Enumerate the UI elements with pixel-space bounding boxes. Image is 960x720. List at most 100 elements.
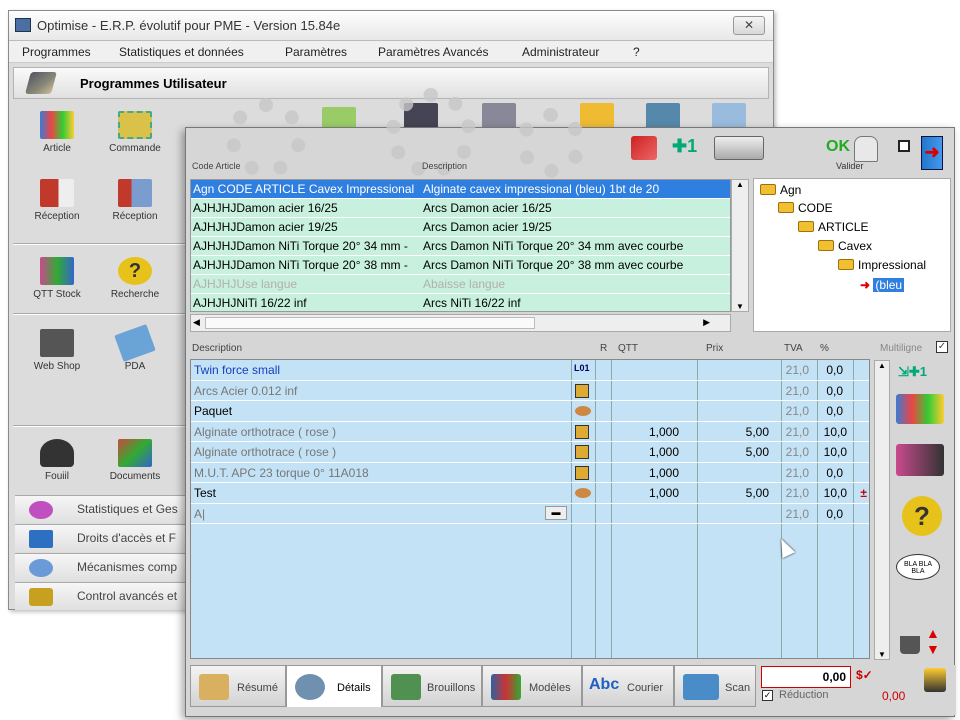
tab-resume[interactable]: Résumé <box>190 665 286 707</box>
tile-label: Article <box>43 143 71 154</box>
speech-bubble-icon[interactable]: BLA BLA BLA <box>896 554 940 580</box>
tab-modeles[interactable]: Modèles <box>482 665 582 707</box>
scroll-right-icon[interactable]: ▶ <box>703 317 710 328</box>
table-row[interactable]: M.U.T. APC 23 torque 0° 11A018 1,000 21,0 0… <box>191 463 869 483</box>
table-row-editing[interactable]: A| ▬ 21,0 0,0 <box>191 504 869 524</box>
box-icon <box>575 465 589 480</box>
tile-fouiil[interactable]: Fouiil <box>17 439 97 482</box>
articles-hscroll[interactable]: ◀ ▶ <box>190 314 731 332</box>
scroll-thumb[interactable] <box>205 317 535 329</box>
col-prix[interactable]: Prix <box>706 343 723 354</box>
tab-brouillons[interactable]: Brouillons <box>382 665 482 707</box>
table-row[interactable]: AJHJHJNiTi 16/22 inf Arcs NiTi 16/22 inf <box>191 294 730 311</box>
description-input[interactable]: A| <box>194 507 205 521</box>
euro-icon[interactable]: $✓ <box>856 668 873 682</box>
table-row[interactable]: AJHJHJDamon acier 16/25 Arcs Damon acier … <box>191 199 730 218</box>
tab-details[interactable]: Détails <box>286 665 382 707</box>
tree-node-article[interactable]: ARTICLE <box>798 220 868 234</box>
tree-node-impressional[interactable]: Impressional <box>838 258 926 272</box>
tile-reception-2[interactable]: Réception <box>95 179 175 222</box>
col-pct[interactable]: % <box>820 343 829 354</box>
col-description[interactable]: Description <box>422 161 467 171</box>
restore-button[interactable] <box>898 140 910 152</box>
table-row[interactable]: Arcs Acier 0.012 inf 21,0 0,0 <box>191 381 869 401</box>
menu-programmes[interactable]: Programmes <box>22 45 91 59</box>
box-icon <box>575 445 589 459</box>
move-down-icon[interactable]: ▼ <box>926 642 940 656</box>
valider-label[interactable]: Valider <box>836 161 863 171</box>
tab-label: Résumé <box>237 682 278 694</box>
col-description[interactable]: Description <box>192 343 242 354</box>
cell-qtt: 1,000 <box>648 424 679 439</box>
order-lines-table[interactable]: Twin force small L01 21,0 0,0 Arcs Acier 0.… <box>190 359 870 659</box>
add-line-button[interactable]: ✚1 <box>672 136 706 160</box>
scroll-left-icon[interactable]: ◀ <box>193 317 200 328</box>
scroll-down-icon[interactable]: ▼ <box>732 302 748 311</box>
tree-node-code[interactable]: CODE <box>778 201 833 215</box>
category-tree[interactable]: Agn CODE ARTICLE Cavex Impressional ➜ (b… <box>753 178 951 332</box>
col-r[interactable]: R <box>600 343 607 354</box>
gears-icon <box>29 559 53 577</box>
tree-node-cavex[interactable]: Cavex <box>818 239 872 253</box>
table-row[interactable]: AJHJHJDamon acier 19/25 Arcs Damon acier … <box>191 218 730 237</box>
trash-icon[interactable] <box>900 636 920 654</box>
tile-web-shop[interactable]: Web Shop <box>17 329 97 372</box>
col-qtt[interactable]: QTT <box>618 343 638 354</box>
question-mark-icon[interactable]: ? <box>902 496 942 536</box>
scroll-up-icon[interactable]: ▲ <box>732 180 748 189</box>
tile-pda[interactable]: PDA <box>95 324 175 372</box>
dropdown-button[interactable]: ▬ <box>545 505 567 520</box>
cell-code: Agn CODE ARTICLE Cavex Impressional <box>193 182 415 196</box>
cell-description: Arcs NiTi 16/22 inf <box>423 296 521 310</box>
col-tva[interactable]: TVA <box>784 343 803 354</box>
col-code-article[interactable]: Code Article <box>192 161 241 171</box>
cell-description: Arcs Damon acier 19/25 <box>423 220 552 234</box>
cell-description: Twin force small <box>194 363 281 377</box>
detective-icon[interactable] <box>896 444 944 476</box>
lock-icon[interactable] <box>854 136 878 162</box>
article-icon[interactable] <box>896 394 944 424</box>
table-row[interactable]: Twin force small L01 21,0 0,0 <box>191 360 869 381</box>
insert-line-icon[interactable]: ⇲✚1 <box>898 364 927 380</box>
articles-vscroll[interactable]: ▲ ▼ <box>731 179 749 312</box>
adjust-icon[interactable]: ± <box>860 486 867 500</box>
printer-icon[interactable] <box>714 136 764 160</box>
menu-parametres[interactable]: Paramètres <box>285 45 347 59</box>
cell-description: Alginate cavex impressional (bleu) 1bt d… <box>423 182 660 196</box>
tile-commande[interactable]: Commande <box>95 111 175 154</box>
tab-scan[interactable]: Scan <box>674 665 756 707</box>
table-row[interactable]: AJHJHJDamon NiTi Torque 20° 34 mm - Arcs … <box>191 237 730 256</box>
pen-icon[interactable] <box>631 136 657 160</box>
cell-tva: 21,0 <box>785 404 809 418</box>
table-row[interactable]: AJHJHJDamon NiTi Torque 20° 38 mm - Arcs … <box>191 256 730 275</box>
tile-reception[interactable]: Réception <box>17 179 97 222</box>
tile-label: Fouiil <box>45 471 69 482</box>
table-row[interactable]: Test 1,000 5,00 21,0 10,0 ± <box>191 483 869 504</box>
tile-documents[interactable]: Documents <box>95 439 175 482</box>
table-row[interactable]: Agn CODE ARTICLE Cavex Impressional Algin… <box>191 180 730 199</box>
menu-statistiques[interactable]: Statistiques et données <box>119 45 244 59</box>
menu-administrateur[interactable]: Administrateur <box>522 45 599 59</box>
tile-article[interactable]: Article <box>17 111 97 154</box>
table-row[interactable]: AJHJHJUse langue Abaisse langue <box>191 275 730 294</box>
cash-register-icon[interactable] <box>924 668 946 692</box>
exit-door-icon[interactable]: ➜ <box>921 136 943 170</box>
close-button[interactable]: ✕ <box>733 16 765 35</box>
tree-node-bleu[interactable]: ➜ (bleu <box>860 278 905 292</box>
tab-courier[interactable]: Abc Courier <box>582 665 674 707</box>
reduction-checkbox[interactable]: ✓ <box>762 690 773 701</box>
articles-table[interactable]: Agn CODE ARTICLE Cavex Impressional Algin… <box>190 179 731 312</box>
tree-node-agn[interactable]: Agn <box>760 183 801 197</box>
ok-label[interactable]: OK <box>826 138 850 156</box>
menu-help[interactable]: ? <box>633 45 640 59</box>
tile-recherche[interactable]: ? Recherche <box>95 257 175 300</box>
move-up-icon[interactable]: ▲ <box>926 626 940 640</box>
table-row[interactable]: Alginate orthotrace ( rose ) 1,000 5,00 21,… <box>191 422 869 442</box>
cell-qtt: 1,000 <box>648 486 679 500</box>
menu-parametres-avances[interactable]: Paramètres Avancés <box>378 45 489 59</box>
table-row[interactable]: Paquet 21,0 0,0 <box>191 401 869 422</box>
table-row[interactable]: Alginate orthotrace ( rose ) 1,000 5,00 21,… <box>191 442 869 463</box>
tile-qtt-stock[interactable]: QTT Stock <box>17 257 97 300</box>
app-icon <box>15 18 31 32</box>
cell-code: AJHJHJNiTi 16/22 inf <box>193 296 307 310</box>
